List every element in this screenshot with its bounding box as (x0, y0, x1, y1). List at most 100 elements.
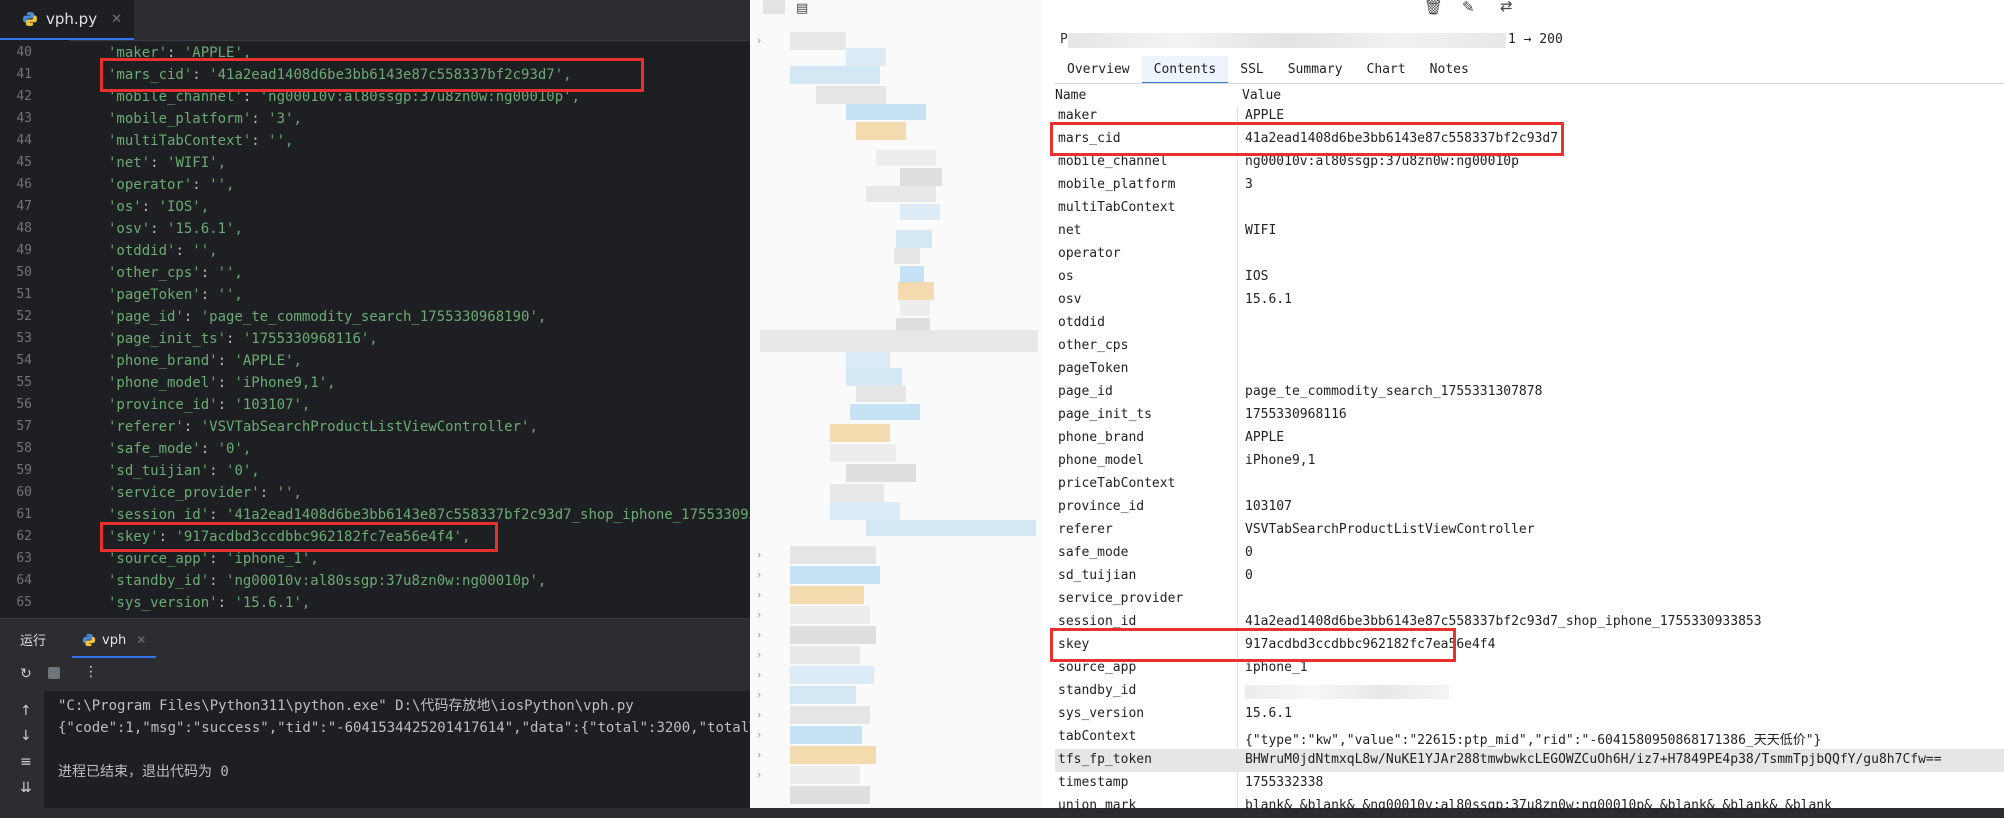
scroll-to-end-icon[interactable]: ⇊ (20, 780, 32, 796)
close-icon[interactable]: ✕ (111, 12, 122, 27)
tree-node-redacted[interactable] (790, 546, 876, 564)
tree-node-redacted[interactable] (830, 502, 900, 520)
code-line[interactable]: 'pageToken': '', (108, 284, 243, 306)
close-icon[interactable]: ✕ (136, 633, 146, 647)
tree-node-redacted[interactable] (894, 248, 920, 264)
arrow-down-icon[interactable]: ↓ (20, 728, 32, 744)
table-row[interactable]: otddid (1055, 312, 2004, 335)
tree-node-redacted[interactable] (846, 48, 886, 66)
code-line[interactable]: 'page_init_ts': '1755330968116', (108, 328, 378, 350)
tree-node-redacted[interactable] (790, 626, 876, 644)
table-row[interactable]: safe_mode 0 (1055, 542, 2004, 565)
table-row[interactable]: multiTabContext (1055, 197, 2004, 220)
tab-notes[interactable]: Notes (1418, 56, 1481, 84)
code-line[interactable]: 'sd_tuijian': '0', (108, 460, 260, 482)
table-row[interactable]: tabContext {"type":"kw","value":"22615:pt… (1055, 726, 2004, 749)
code-line[interactable]: 'net': 'WIFI', (108, 152, 226, 174)
chevron-right-icon[interactable]: › (757, 688, 761, 701)
tab-summary[interactable]: Summary (1276, 56, 1355, 84)
table-row[interactable]: phone_model iPhone9,1 (1055, 450, 2004, 473)
table-row[interactable]: other_cps (1055, 335, 2004, 358)
code-line[interactable]: 'standby_id': 'ng00010v:al80ssgp:37u8zn0… (108, 570, 546, 592)
tab-overview[interactable]: Overview (1055, 56, 1142, 84)
tree-node-redacted[interactable] (816, 86, 886, 104)
code-line[interactable]: 'phone_brand': 'APPLE', (108, 350, 302, 372)
code-line[interactable]: 'os': 'IOS', (108, 196, 209, 218)
tree-node-redacted[interactable] (866, 520, 1036, 536)
chevron-right-icon[interactable]: › (757, 768, 761, 781)
code-line[interactable]: 'other_cps': '', (108, 262, 243, 284)
table-row[interactable]: province_id 103107 (1055, 496, 2004, 519)
tree-node-redacted[interactable] (790, 646, 860, 664)
tree-node-redacted[interactable] (790, 786, 870, 804)
tree-node-redacted[interactable] (900, 168, 942, 186)
table-row[interactable]: os IOS (1055, 266, 2004, 289)
tree-node-redacted[interactable] (790, 32, 846, 50)
tab-vph-py[interactable]: vph.py ✕ (0, 0, 134, 40)
table-row[interactable]: tfs_fp_token BHWruM0jdNtmxqL8w/NuKE1YJAr2… (1055, 749, 2004, 772)
chevron-right-icon[interactable]: › (757, 588, 761, 601)
table-row[interactable]: net WIFI (1055, 220, 2004, 243)
code-line[interactable]: 'sys_version': '15.6.1', (108, 592, 310, 614)
tree-node-redacted[interactable] (866, 186, 936, 202)
soft-wrap-icon[interactable]: ≡ (20, 754, 32, 770)
tree-node-redacted[interactable] (846, 104, 926, 120)
tab-ssl[interactable]: SSL (1228, 56, 1275, 84)
tree-node-redacted[interactable] (850, 404, 920, 420)
tree-node-redacted[interactable] (900, 204, 940, 220)
code-line[interactable]: 'safe_mode': '0', (108, 438, 251, 460)
tree-node-redacted[interactable] (830, 444, 896, 462)
tree-node-redacted[interactable] (760, 330, 1038, 352)
code-line[interactable]: 'province_id': '103107', (108, 394, 310, 416)
tab-chart[interactable]: Chart (1355, 56, 1418, 84)
tree-node-redacted[interactable] (846, 464, 916, 482)
table-row[interactable]: standby_id (1055, 680, 2004, 703)
chevron-right-icon[interactable]: › (757, 568, 761, 581)
table-row[interactable]: mobile_platform 3 (1055, 174, 2004, 197)
edit-icon[interactable]: ✎ (1462, 0, 1475, 16)
code-line[interactable]: 'page_id': 'page_te_commodity_search_175… (108, 306, 546, 328)
column-header-value[interactable]: Value (1242, 88, 1281, 103)
tree-node-redacted[interactable] (846, 352, 890, 368)
tree-node-redacted[interactable] (790, 66, 880, 84)
structure-view-icon[interactable]: ▤ (796, 1, 808, 16)
code-line[interactable]: 'osv': '15.6.1', (108, 218, 243, 240)
chevron-right-icon[interactable]: › (757, 728, 761, 741)
table-row[interactable]: osv 15.6.1 (1055, 289, 2004, 312)
run-tab-vph[interactable]: vph ✕ (72, 624, 157, 658)
table-row[interactable]: priceTabContext (1055, 473, 2004, 496)
tree-node-redacted[interactable] (790, 606, 870, 624)
code-line[interactable]: 'service_provider': '', (108, 482, 302, 504)
tree-node-redacted[interactable] (856, 122, 906, 140)
tree-node-redacted[interactable] (790, 586, 864, 604)
chevron-right-icon[interactable]: › (757, 748, 761, 761)
tree-node-redacted[interactable] (900, 300, 930, 316)
table-row[interactable]: sys_version 15.6.1 (1055, 703, 2004, 726)
code-line[interactable]: 'multiTabContext': '', (108, 130, 293, 152)
tree-node-redacted[interactable] (830, 484, 884, 502)
code-line[interactable]: 'operator': '', (108, 174, 234, 196)
trash-icon[interactable]: 🗑 (1424, 0, 1443, 16)
tree-node-redacted[interactable] (856, 386, 906, 402)
tree-node-redacted[interactable] (898, 282, 934, 300)
tree-node-redacted[interactable] (876, 150, 936, 166)
stop-icon[interactable] (48, 667, 60, 679)
arrow-up-icon[interactable]: ↑ (20, 703, 32, 719)
repeat-icon[interactable]: ⇄ (1500, 0, 1513, 15)
tree-node-redacted[interactable] (846, 368, 902, 386)
tree-node-redacted[interactable] (790, 726, 862, 744)
code-line[interactable]: 'otddid': '', (108, 240, 218, 262)
tree-node-redacted[interactable] (790, 746, 876, 764)
chevron-right-icon[interactable]: › (757, 548, 761, 561)
table-row[interactable]: union_mark blank&_&blank&_&ng00010v:al80s… (1055, 795, 2004, 818)
table-row[interactable]: page_id page_te_commodity_search_17553313… (1055, 381, 2004, 404)
table-row[interactable]: referer VSVTabSearchProductListViewContro… (1055, 519, 2004, 542)
rerun-icon[interactable]: ↻ (20, 666, 32, 682)
table-row[interactable]: service_provider (1055, 588, 2004, 611)
table-row[interactable]: pageToken (1055, 358, 2004, 381)
tree-node-redacted[interactable] (790, 666, 874, 684)
code-line[interactable]: 'mobile_platform': '3', (108, 108, 302, 130)
table-row[interactable]: sd_tuijian 0 (1055, 565, 2004, 588)
column-header-name[interactable]: Name (1055, 88, 1086, 103)
list-view-icon[interactable] (763, 0, 785, 14)
